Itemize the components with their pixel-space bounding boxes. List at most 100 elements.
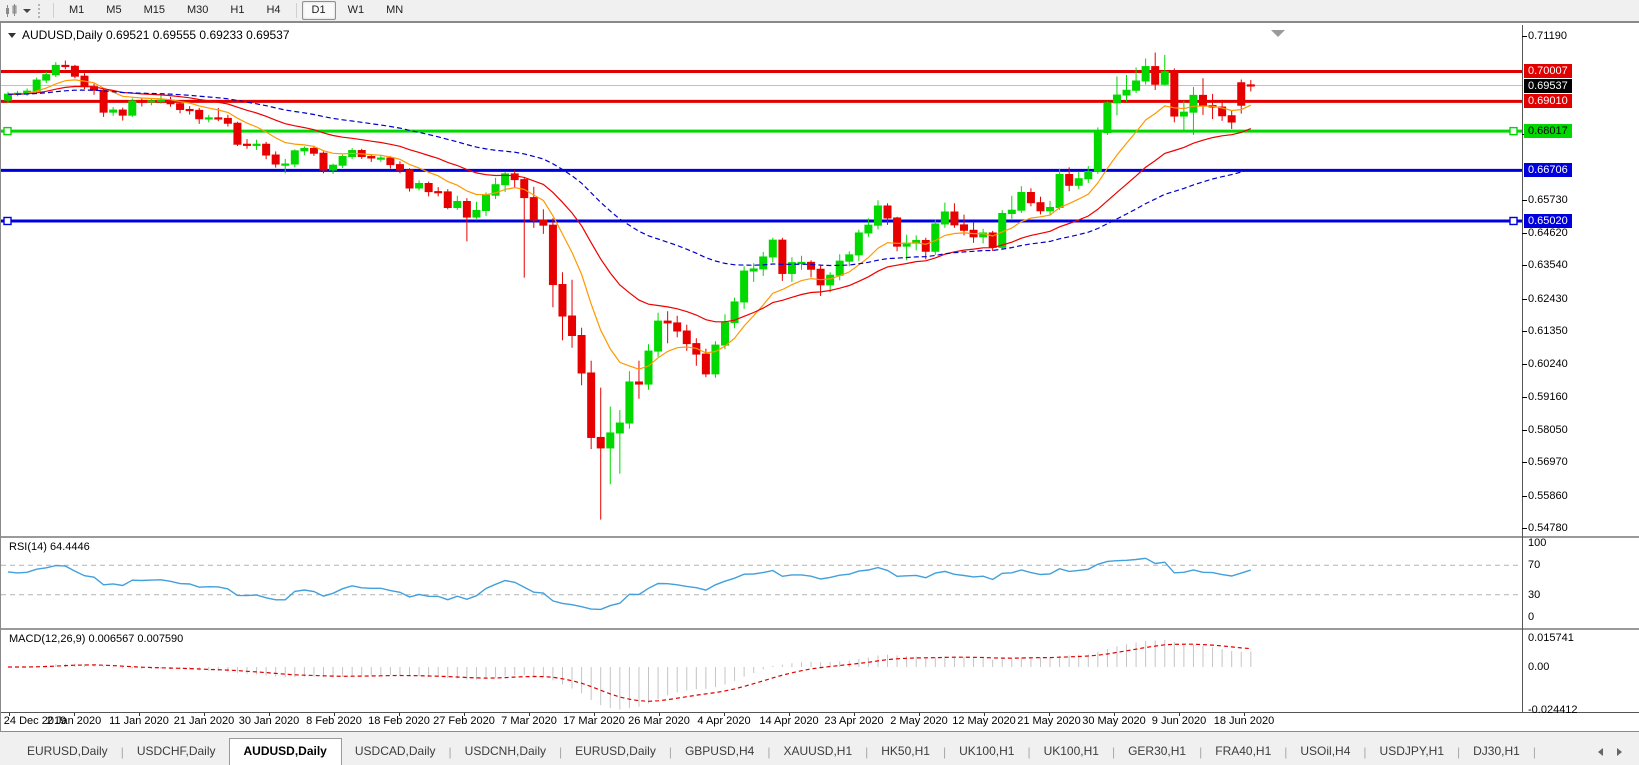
date-axis-label: 11 Jan 2020 [109,715,169,727]
candle-body [960,224,968,231]
chart-tab-usdcnh-daily[interactable]: USDCNH,Daily [452,740,559,764]
chart-tab-audusd-daily[interactable]: AUDUSD,Daily [228,738,342,765]
tab-separator: | [1532,745,1536,759]
timeframe-button-d1[interactable]: D1 [301,1,336,20]
timeframe-button-h4[interactable]: H4 [256,1,290,20]
chart-tab-eurusd-daily[interactable]: EURUSD,Daily [562,740,669,764]
candle-body [443,191,452,208]
chart-tab-uk100-h1[interactable]: UK100,H1 [1031,740,1112,764]
price-axis-tick: 0.65730 [1528,194,1568,206]
price-tick-mark [1522,462,1527,463]
chart-tab-xauusd-h1[interactable]: XAUUSD,H1 [770,740,865,764]
rsi-label: RSI(14) 64.4446 [9,541,90,553]
tab-scroll-right-icon[interactable] [1617,748,1622,756]
candle-body [137,100,146,103]
ma-line-52[interactable] [7,89,1251,267]
chart-tab-eurusd-daily[interactable]: EURUSD,Daily [14,740,121,764]
candle-body [214,117,223,120]
price-line-badge: 0.66706 [1524,163,1572,177]
date-axis-label: 2 Jan 2020 [46,715,102,727]
candle-body [529,197,538,221]
chart-tab-dj30-h1[interactable]: DJ30,H1 [1460,740,1533,764]
candle-body [539,219,548,226]
candle-body [749,268,758,272]
candle-body [682,330,691,345]
candle-body [759,256,768,270]
price-tick-mark [1522,430,1527,431]
candle-body [156,99,165,102]
price-tick-mark [1522,397,1527,398]
candle-body [70,65,79,77]
chart-tab-gbpusd-h4[interactable]: GBPUSD,H4 [672,740,767,764]
line-handle[interactable] [1509,126,1518,136]
price-tick-mark [1522,528,1527,529]
candle-body [778,239,787,274]
candle-body [204,117,213,120]
price-tick-mark [1522,36,1527,37]
candle-body [1237,82,1246,106]
candle-body [1074,178,1083,186]
chart-tab-hk50-h1[interactable]: HK50,H1 [868,740,943,764]
candle-body [367,156,376,159]
line-handle[interactable] [1509,216,1518,226]
candle-body [1055,174,1064,208]
chart-tab-fra40-h1[interactable]: FRA40,H1 [1202,740,1284,764]
candle-body [262,143,271,156]
candle-body [1084,171,1093,180]
line-handle[interactable] [3,126,12,136]
chart-tab-usdchf-daily[interactable]: USDCHF,Daily [124,740,229,764]
timeframe-button-m1[interactable]: M1 [59,1,94,20]
timeframe-button-m15[interactable]: M15 [134,1,175,20]
price-axis-tick: 0.58050 [1528,424,1568,436]
price-line-badge: 0.70007 [1524,64,1572,78]
chart-type-dropdown-caret-icon[interactable] [23,8,31,13]
rsi-indicator-canvas[interactable] [1,538,1522,628]
macd-axis-tick: 0.015741 [1528,632,1574,644]
date-axis-label: 21 May 2020 [1017,715,1081,727]
chart-tab-ger30-h1[interactable]: GER30,H1 [1115,740,1199,764]
chart-window: AUDUSD,Daily 0.69521 0.69555 0.69233 0.6… [0,21,1639,732]
candle-body [797,261,806,265]
timeframe-button-m30[interactable]: M30 [177,1,218,20]
candle-body [940,211,949,225]
price-tick-mark [1522,265,1527,266]
price-tick-mark [1522,299,1527,300]
candle-body [721,322,729,346]
candle-body [568,315,577,337]
price-axis-tick: 0.59160 [1528,391,1568,403]
chart-tab-usdcad-daily[interactable]: USDCAD,Daily [342,740,449,764]
candlestick-chart-icon[interactable] [4,3,20,18]
chart-tab-usoil-h4[interactable]: USOil,H4 [1287,740,1363,764]
candle-body [931,223,940,252]
candle-body [233,122,242,145]
macd-indicator-canvas[interactable] [1,630,1522,712]
timeframe-button-mn[interactable]: MN [376,1,413,20]
tab-scroll-left-icon[interactable] [1598,748,1603,756]
date-axis-label: 26 Mar 2020 [628,715,690,727]
price-tick-mark [1522,496,1527,497]
chart-tab-uk100-h1[interactable]: UK100,H1 [946,740,1027,764]
price-axis-tick: 0.62430 [1528,293,1568,305]
candle-body [663,320,672,324]
timeframe-button-h1[interactable]: H1 [220,1,254,20]
candle-body [1170,71,1179,117]
candle-body [4,93,12,101]
chart-shift-marker-icon[interactable] [1271,30,1285,37]
candle-body [921,239,930,252]
rsi-line [7,557,1252,611]
candles-layer [4,52,1255,520]
candle-body [768,239,777,258]
candle-body [864,224,873,234]
chart-tab-usdjpy-h1[interactable]: USDJPY,H1 [1367,740,1457,764]
candle-body [309,147,318,154]
price-tick-mark [1522,331,1527,332]
main-price-chart-canvas[interactable] [1,25,1522,537]
candle-body [1093,132,1102,173]
timeframe-button-w1[interactable]: W1 [338,1,375,20]
timeframe-button-m5[interactable]: M5 [96,1,131,20]
candle-body [893,217,902,247]
ma-line-24[interactable] [7,85,1252,323]
line-handle[interactable] [3,216,12,226]
price-axis-tick: 0.63540 [1528,259,1568,271]
toolbar-grip[interactable] [38,3,43,18]
